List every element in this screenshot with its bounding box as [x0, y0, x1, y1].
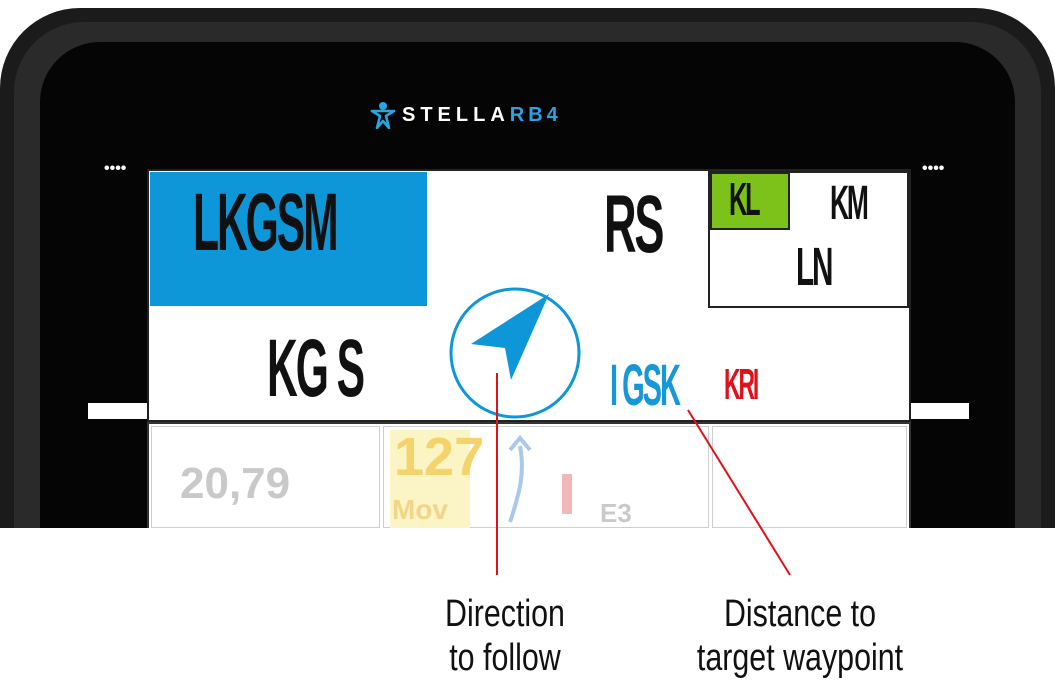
right-bar: [911, 403, 969, 419]
lower-value-2: 127: [394, 427, 485, 487]
lower-value-3: E3: [600, 498, 632, 528]
distance-callout: Distance to target waypoint: [688, 592, 912, 680]
direction-compass: [449, 287, 581, 419]
distance-unit: KRI: [724, 360, 759, 409]
lower-value-2-label: Mov: [392, 494, 448, 525]
direction-callout: Direction to follow: [417, 592, 593, 680]
distance-callout-line2: target waypoint: [696, 637, 904, 679]
brand-logo: STELLARB4: [370, 98, 562, 132]
brand-suffix: RB4: [509, 104, 562, 126]
wind-arrow-icon: [508, 434, 572, 523]
direction-callout-line2: to follow: [449, 637, 561, 679]
info-box-bottom-value: LN: [796, 237, 833, 297]
left-bar: [88, 403, 150, 419]
top-right-field: RS: [604, 179, 664, 270]
info-box-top-value: KM: [830, 177, 869, 230]
left-indicator-dots: ••••: [104, 160, 127, 177]
navigation-arrow-icon: [471, 294, 549, 380]
brand-name: STELLARB4: [402, 105, 562, 125]
top-left-field: LKGSM: [193, 177, 339, 268]
lower-cell-3: [712, 426, 907, 528]
distance-value: I GSK: [610, 353, 681, 418]
middle-left-field: KG S: [267, 323, 365, 414]
right-indicator-dots: ••••: [922, 160, 945, 177]
distance-callout-line1: Distance to: [723, 593, 877, 635]
status-badge-label: KL: [729, 173, 761, 225]
brand-prefix: STELLA: [402, 104, 510, 126]
stella-logo-icon: [370, 102, 396, 129]
direction-callout-line1: Direction: [445, 593, 565, 635]
lower-value-1: 20,79: [180, 459, 291, 508]
